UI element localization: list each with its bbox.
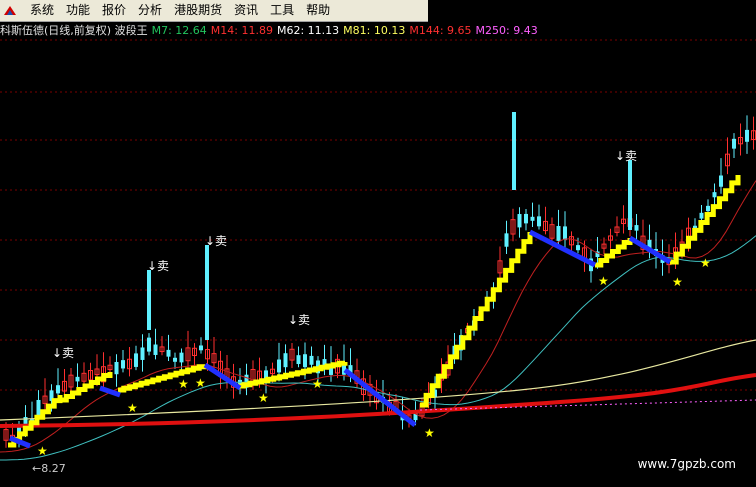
- candle-body: [140, 347, 145, 360]
- buy-star: ★: [195, 376, 206, 390]
- candle-body: [745, 129, 749, 142]
- buy-star: ★: [672, 275, 683, 289]
- candle-body: [634, 225, 639, 231]
- buy-star: ★: [312, 377, 323, 391]
- candle-spike: [147, 270, 151, 330]
- candle-body: [699, 212, 704, 219]
- candle-body: [114, 361, 119, 375]
- candle-body: [719, 175, 723, 187]
- buy-star: ★: [37, 444, 48, 458]
- candle-body: [712, 192, 717, 198]
- signal-band-yellow: [670, 175, 741, 265]
- candle-body: [537, 216, 541, 227]
- candle-body: [296, 355, 301, 365]
- price-chart[interactable]: ↓卖 ↓卖 ↓卖 ↓卖 ↓卖 ★ ★ ★ ★ ★ ★ ★ ★ ★ ★ ←8.27: [0, 0, 756, 487]
- candle-body: [504, 233, 509, 247]
- sell-marker: ↓卖: [615, 149, 637, 163]
- candle-body: [166, 349, 171, 357]
- buy-star: ★: [598, 274, 609, 288]
- candle-body: [199, 345, 203, 351]
- buy-star: ★: [700, 256, 711, 270]
- sell-marker: ↓卖: [147, 259, 169, 273]
- candle-body: [277, 359, 281, 373]
- candle-body: [36, 399, 41, 416]
- candle-body: [576, 245, 580, 251]
- candle-body: [517, 214, 522, 228]
- candle-body: [303, 354, 307, 368]
- candle-body: [530, 216, 535, 221]
- buy-star: ★: [178, 377, 189, 391]
- candle-body: [121, 360, 125, 369]
- candle-body: [732, 138, 736, 149]
- candle-spike: [628, 160, 632, 230]
- candle-body: [56, 385, 60, 394]
- candle-body: [706, 205, 710, 212]
- candle-body: [524, 213, 528, 224]
- signal-band-yellow: [420, 232, 533, 408]
- candle-spike: [512, 112, 516, 190]
- candle-spike: [205, 245, 209, 340]
- signal-band-blue: [528, 229, 597, 268]
- buy-star: ★: [127, 401, 138, 415]
- low-price-label: ←8.27: [32, 462, 66, 475]
- watermark: www.7gpzb.com: [637, 457, 736, 471]
- candle-body: [147, 337, 151, 352]
- candle-body: [309, 355, 314, 365]
- candle-body: [75, 376, 80, 382]
- ma-line-teal: [0, 235, 756, 461]
- candle-body: [563, 226, 567, 240]
- sell-marker: ↓卖: [288, 313, 310, 327]
- buy-star: ★: [258, 391, 269, 405]
- ma-line-yellow: [0, 339, 756, 421]
- signal-band-yellow: [595, 238, 633, 268]
- buy-star: ★: [424, 426, 435, 440]
- candle-body: [556, 225, 561, 241]
- candle-body: [134, 353, 138, 367]
- candle-body: [153, 344, 158, 355]
- sell-marker: ↓卖: [52, 346, 74, 360]
- candle-body: [179, 352, 184, 363]
- candle-body: [283, 353, 288, 368]
- sell-marker: ↓卖: [205, 234, 227, 248]
- candle-body: [173, 357, 177, 362]
